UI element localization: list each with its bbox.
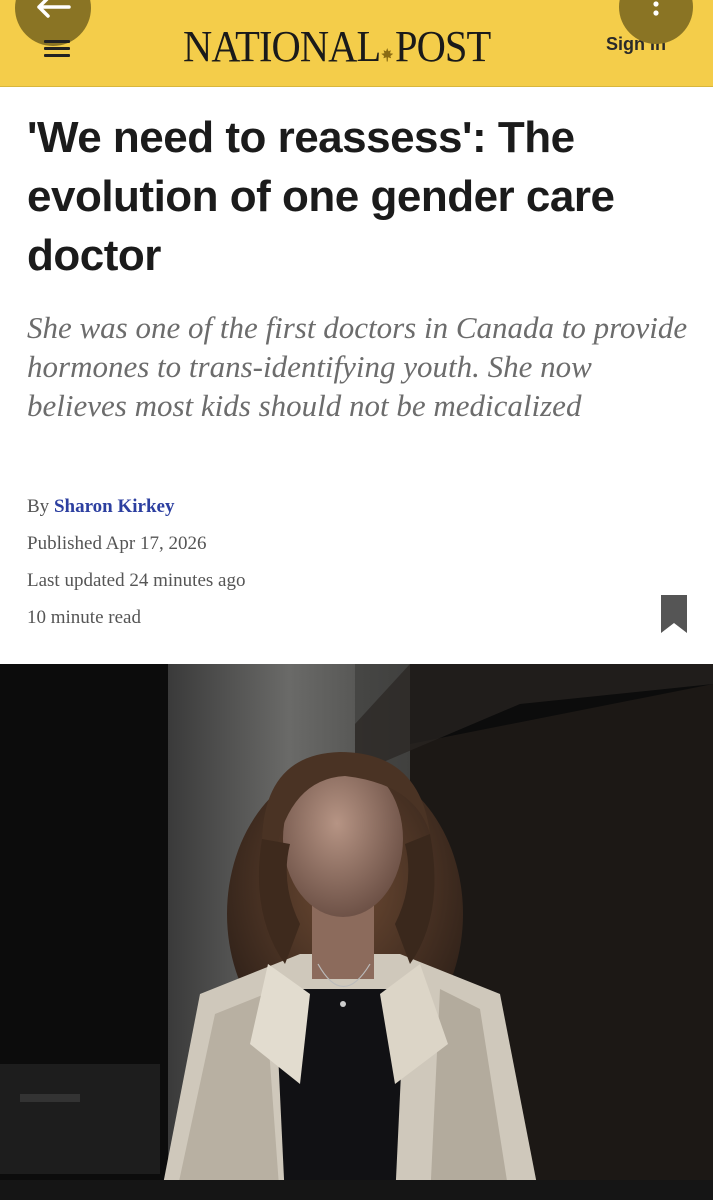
vertical-dots-icon: [653, 1, 659, 16]
logo-right-text: POST: [394, 22, 491, 71]
arrow-left-icon: [37, 0, 71, 18]
hamburger-menu-icon[interactable]: [44, 38, 70, 58]
published-date: Published Apr 17, 2026: [27, 533, 207, 554]
article-deck: She was one of the first doctors in Cana…: [27, 310, 688, 423]
article-headline: 'We need to reassess': The evolution of …: [27, 113, 615, 280]
maple-leaf-icon: [381, 21, 394, 75]
read-time: 10 minute read: [27, 607, 141, 628]
byline: By Sharon Kirkey: [27, 496, 174, 518]
bookmark-icon[interactable]: [660, 594, 688, 634]
logo-left-text: NATIONAL: [183, 22, 381, 71]
site-header: NATIONAL POST Sign In: [0, 0, 713, 87]
author-link[interactable]: Sharon Kirkey: [54, 496, 175, 517]
national-post-logo[interactable]: NATIONAL POST: [183, 20, 503, 74]
article-hero-photo: [0, 664, 713, 1200]
byline-prefix: By: [27, 496, 50, 517]
last-updated: Last updated 24 minutes ago: [27, 570, 246, 591]
